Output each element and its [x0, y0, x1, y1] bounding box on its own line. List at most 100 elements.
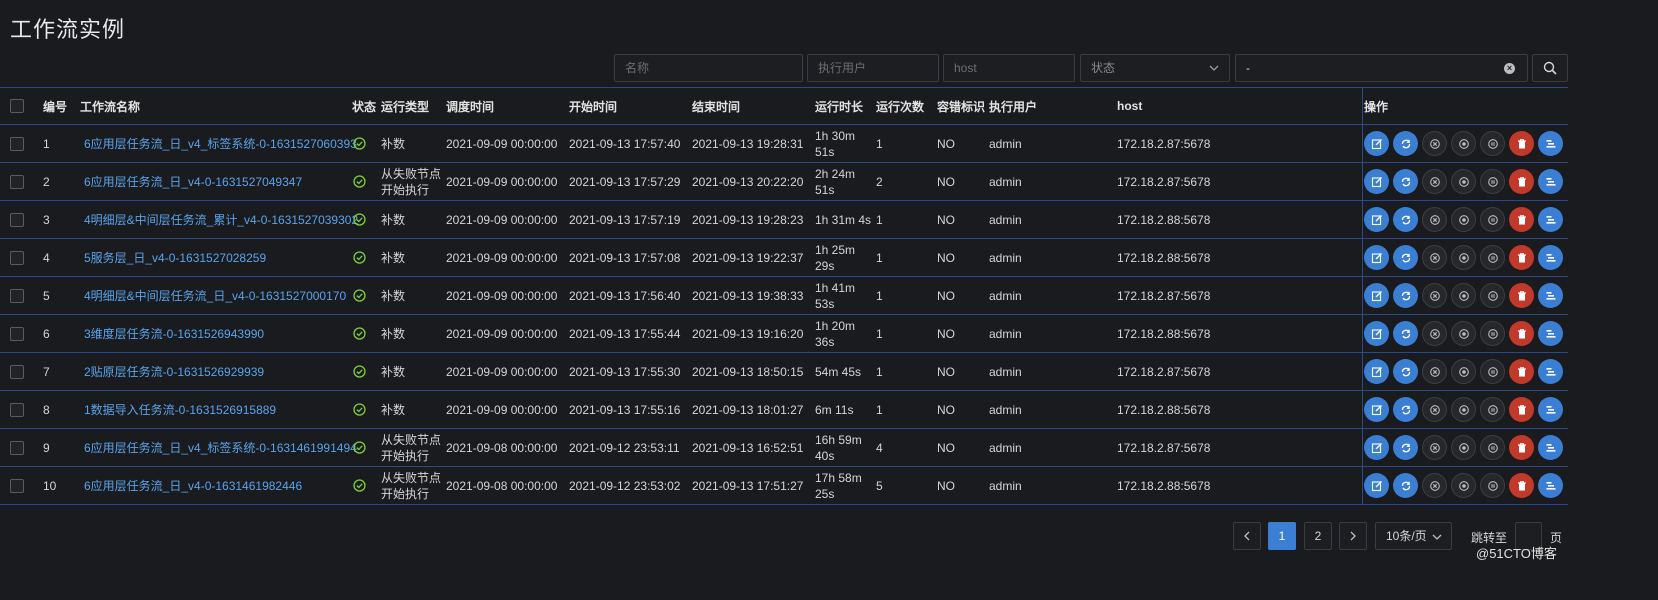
edit-button[interactable] — [1364, 131, 1389, 156]
pause-button[interactable] — [1451, 131, 1476, 156]
resume-button[interactable] — [1480, 207, 1505, 232]
workflow-name-link[interactable]: 3维度层任务流-0-1631526943990 — [84, 315, 264, 352]
host-filter-input[interactable] — [943, 54, 1075, 82]
workflow-name-link[interactable]: 5服务层_日_v4-0-1631527028259 — [84, 239, 266, 276]
delete-button[interactable] — [1509, 435, 1534, 460]
page-button-2[interactable]: 2 — [1304, 522, 1332, 550]
resume-button[interactable] — [1480, 131, 1505, 156]
pause-button[interactable] — [1451, 435, 1476, 460]
rerun-button[interactable] — [1393, 321, 1418, 346]
edit-button[interactable] — [1364, 397, 1389, 422]
stop-button[interactable] — [1422, 283, 1447, 308]
row-checkbox[interactable] — [10, 174, 24, 189]
workflow-name-link[interactable]: 6应用层任务流_日_v4-0-1631527049347 — [84, 163, 302, 200]
resume-button[interactable] — [1480, 435, 1505, 460]
page-button-1[interactable]: 1 — [1268, 522, 1296, 550]
gantt-button[interactable] — [1538, 359, 1563, 384]
delete-button[interactable] — [1509, 473, 1534, 498]
gantt-button[interactable] — [1538, 397, 1563, 422]
resume-button[interactable] — [1480, 321, 1505, 346]
rerun-button[interactable] — [1393, 473, 1418, 498]
rerun-button[interactable] — [1393, 169, 1418, 194]
delete-button[interactable] — [1509, 283, 1534, 308]
rerun-button[interactable] — [1393, 131, 1418, 156]
delete-button[interactable] — [1509, 321, 1534, 346]
rerun-button[interactable] — [1393, 359, 1418, 384]
rerun-button[interactable] — [1393, 207, 1418, 232]
gantt-button[interactable] — [1538, 245, 1563, 270]
rerun-button[interactable] — [1393, 435, 1418, 460]
edit-button[interactable] — [1364, 473, 1389, 498]
workflow-name-link[interactable]: 1数据导入任务流-0-1631526915889 — [84, 391, 276, 428]
edit-button[interactable] — [1364, 359, 1389, 384]
stop-button[interactable] — [1422, 169, 1447, 194]
search-button[interactable] — [1532, 54, 1568, 82]
delete-button[interactable] — [1509, 397, 1534, 422]
delete-button[interactable] — [1509, 207, 1534, 232]
executor-filter-input[interactable] — [807, 54, 939, 82]
delete-button[interactable] — [1509, 169, 1534, 194]
workflow-name-link[interactable]: 6应用层任务流_日_v4_标签系统-0-1631527060393 — [84, 125, 357, 162]
select-all-checkbox[interactable] — [10, 99, 24, 113]
edit-button[interactable] — [1364, 435, 1389, 460]
resume-button[interactable] — [1480, 473, 1505, 498]
row-checkbox[interactable] — [10, 250, 24, 265]
gantt-button[interactable] — [1538, 283, 1563, 308]
gantt-button[interactable] — [1538, 207, 1563, 232]
name-filter-input[interactable] — [614, 54, 803, 82]
stop-button[interactable] — [1422, 397, 1447, 422]
gantt-button[interactable] — [1538, 321, 1563, 346]
resume-button[interactable] — [1480, 169, 1505, 194]
rerun-button[interactable] — [1393, 397, 1418, 422]
row-checkbox[interactable] — [10, 288, 24, 303]
row-checkbox[interactable] — [10, 136, 24, 151]
pause-button[interactable] — [1451, 283, 1476, 308]
pause-button[interactable] — [1451, 397, 1476, 422]
resume-button[interactable] — [1480, 283, 1505, 308]
prev-page-button[interactable] — [1233, 522, 1261, 550]
status-select[interactable]: 状态 — [1080, 54, 1230, 82]
row-checkbox[interactable] — [10, 478, 24, 493]
resume-button[interactable] — [1480, 359, 1505, 384]
pause-button[interactable] — [1451, 359, 1476, 384]
gantt-button[interactable] — [1538, 435, 1563, 460]
edit-button[interactable] — [1364, 321, 1389, 346]
stop-button[interactable] — [1422, 245, 1447, 270]
pause-button[interactable] — [1451, 321, 1476, 346]
workflow-name-link[interactable]: 2贴原层任务流-0-1631526929939 — [84, 353, 264, 390]
pause-button[interactable] — [1451, 473, 1476, 498]
delete-button[interactable] — [1509, 131, 1534, 156]
rerun-button[interactable] — [1393, 283, 1418, 308]
edit-button[interactable] — [1364, 207, 1389, 232]
page-size-select[interactable]: 10条/页 — [1375, 522, 1452, 550]
stop-button[interactable] — [1422, 473, 1447, 498]
resume-button[interactable] — [1480, 397, 1505, 422]
workflow-name-link[interactable]: 4明细层&中间层任务流_日_v4-0-1631527000170 — [84, 277, 346, 314]
rerun-button[interactable] — [1393, 245, 1418, 270]
edit-button[interactable] — [1364, 283, 1389, 308]
gantt-button[interactable] — [1538, 131, 1563, 156]
delete-button[interactable] — [1509, 359, 1534, 384]
date-range-picker[interactable]: - × — [1235, 54, 1528, 82]
stop-button[interactable] — [1422, 321, 1447, 346]
next-page-button[interactable] — [1339, 522, 1367, 550]
workflow-name-link[interactable]: 6应用层任务流_日_v4_标签系统-0-1631461991494 — [84, 429, 357, 466]
edit-button[interactable] — [1364, 169, 1389, 194]
pause-button[interactable] — [1451, 207, 1476, 232]
clear-icon[interactable]: × — [1504, 63, 1515, 74]
stop-button[interactable] — [1422, 359, 1447, 384]
delete-button[interactable] — [1509, 245, 1534, 270]
row-checkbox[interactable] — [10, 440, 24, 455]
stop-button[interactable] — [1422, 207, 1447, 232]
row-checkbox[interactable] — [10, 212, 24, 227]
edit-button[interactable] — [1364, 245, 1389, 270]
stop-button[interactable] — [1422, 435, 1447, 460]
gantt-button[interactable] — [1538, 169, 1563, 194]
row-checkbox[interactable] — [10, 402, 24, 417]
workflow-name-link[interactable]: 6应用层任务流_日_v4-0-1631461982446 — [84, 467, 302, 504]
pause-button[interactable] — [1451, 245, 1476, 270]
row-checkbox[interactable] — [10, 326, 24, 341]
stop-button[interactable] — [1422, 131, 1447, 156]
pause-button[interactable] — [1451, 169, 1476, 194]
workflow-name-link[interactable]: 4明细层&中间层任务流_累计_v4-0-1631527039302 — [84, 201, 358, 238]
